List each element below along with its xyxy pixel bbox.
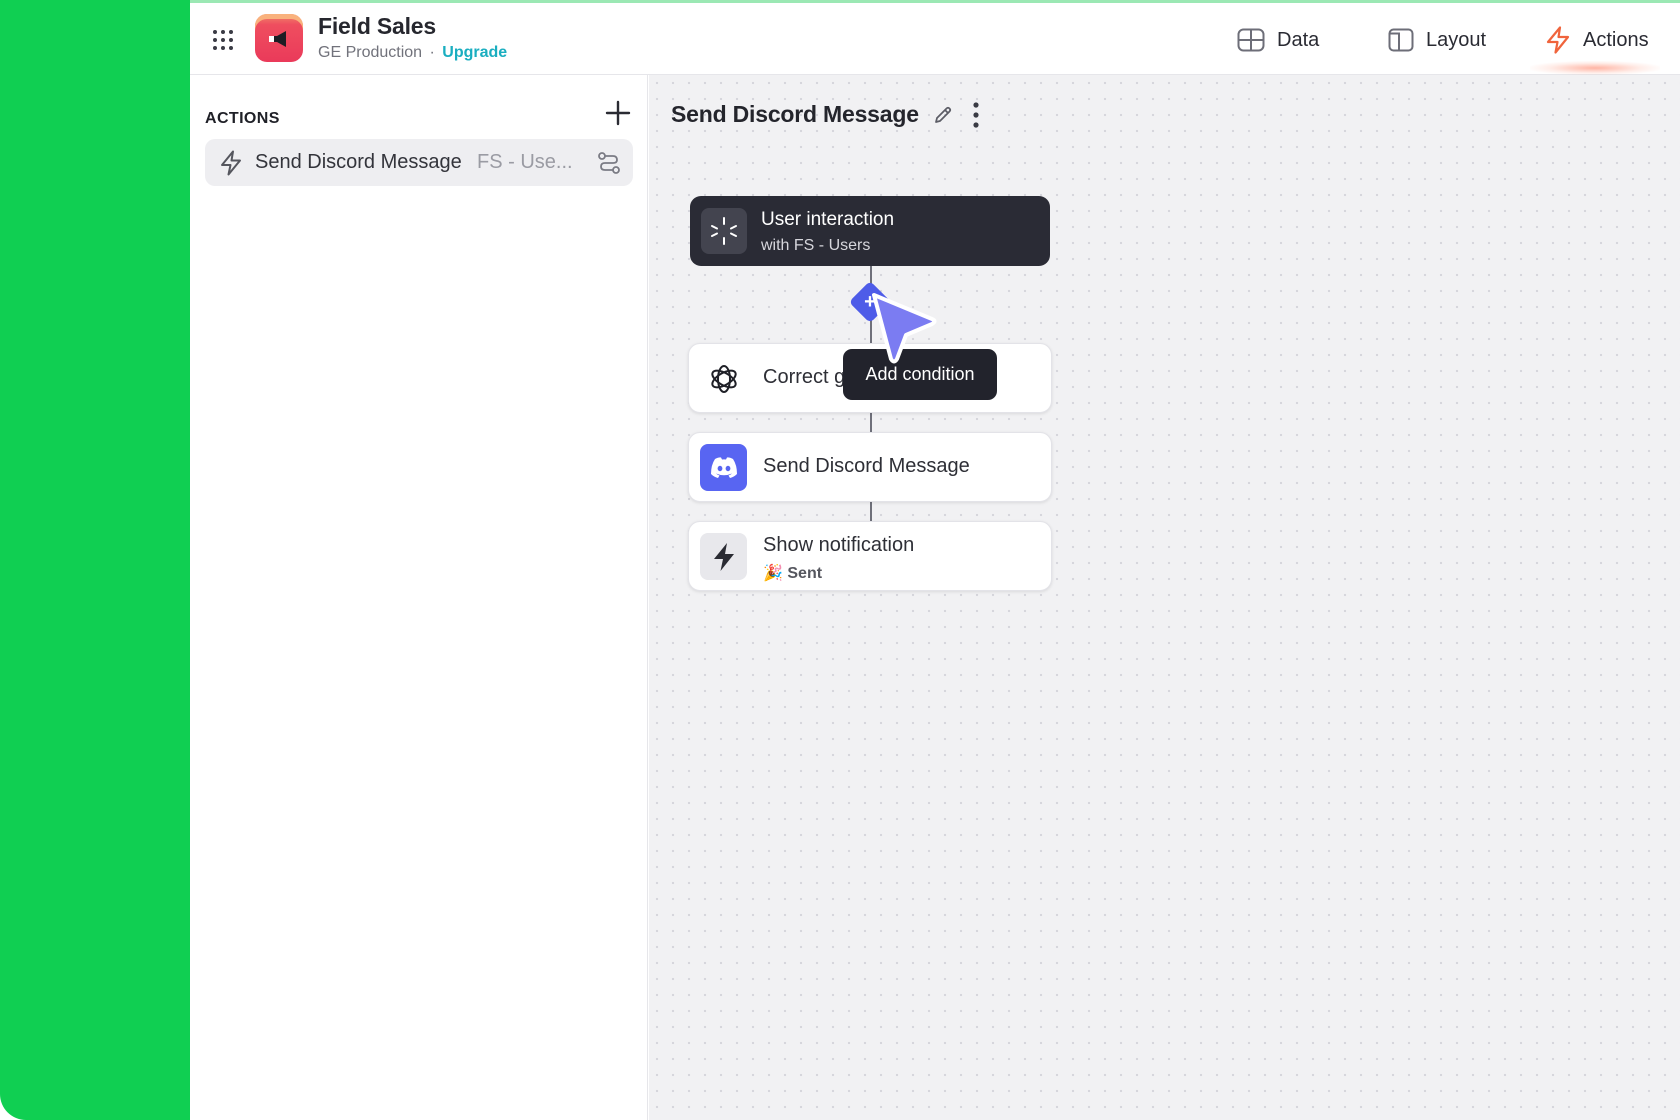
panel-title: ACTIONS	[205, 110, 280, 127]
trigger-title: User interaction	[761, 209, 895, 230]
openai-icon	[700, 355, 747, 402]
workflow-icon[interactable]	[597, 151, 621, 175]
step-sublabel: 🎉 Sent	[763, 565, 823, 582]
nav-layout-label: Layout	[1426, 28, 1487, 51]
nav-actions-tab[interactable]: Actions	[1545, 23, 1649, 57]
apps-grid-icon[interactable]	[212, 29, 234, 51]
pencil-icon[interactable]	[933, 105, 953, 125]
more-vertical-icon[interactable]	[971, 101, 981, 129]
nav-data-tab[interactable]: Data	[1237, 23, 1319, 57]
screenshot-frame: Field Sales GE Production · Upgrade Data	[0, 0, 1680, 1120]
loader-icon	[701, 208, 747, 254]
app-window: Field Sales GE Production · Upgrade Data	[190, 3, 1680, 1120]
trigger-node[interactable]: User interaction with FS - Users	[690, 196, 1050, 266]
active-tab-indicator	[1530, 61, 1660, 75]
nav-data-label: Data	[1277, 28, 1320, 51]
action-scope: FS - Use...	[477, 151, 573, 173]
bolt-icon	[1546, 26, 1570, 54]
nav-actions-label: Actions	[1583, 28, 1649, 51]
separator: ·	[429, 44, 435, 61]
trigger-subtitle: with FS - Users	[761, 237, 871, 254]
action-list-item[interactable]: Send Discord Message FS - Use...	[205, 139, 633, 186]
top-bar: Field Sales GE Production · Upgrade Data	[190, 3, 1680, 75]
pointer-cursor-icon	[872, 293, 937, 364]
discord-icon	[700, 444, 747, 491]
step-label: Correct g	[763, 366, 846, 388]
table-icon	[1237, 28, 1265, 52]
step-node-notification[interactable]: Show notification 🎉 Sent	[688, 521, 1052, 591]
app-name: Field Sales	[318, 13, 436, 39]
megaphone-icon	[269, 31, 286, 47]
upgrade-link[interactable]: Upgrade	[442, 44, 507, 61]
workflow-canvas[interactable]: Send Discord Message User interaction wi…	[649, 75, 1680, 1120]
step-node-discord[interactable]: Send Discord Message	[688, 432, 1052, 502]
app-environment-line: GE Production · Upgrade	[318, 44, 507, 62]
app-logo[interactable]	[255, 14, 303, 62]
background-strip	[0, 0, 190, 1120]
bolt-icon	[221, 150, 241, 176]
layout-icon	[1388, 28, 1414, 52]
environment-label: GE Production	[318, 44, 423, 61]
workflow-title: Send Discord Message	[671, 101, 919, 127]
step-label: Show notification	[763, 534, 915, 556]
actions-panel: ACTIONS Send Discord Message FS - Use...	[190, 75, 648, 1120]
action-name: Send Discord Message	[255, 151, 462, 173]
add-action-icon[interactable]	[603, 98, 633, 128]
step-label: Send Discord Message	[763, 455, 970, 477]
bolt-icon	[700, 533, 747, 580]
nav-layout-tab[interactable]: Layout	[1388, 23, 1486, 57]
